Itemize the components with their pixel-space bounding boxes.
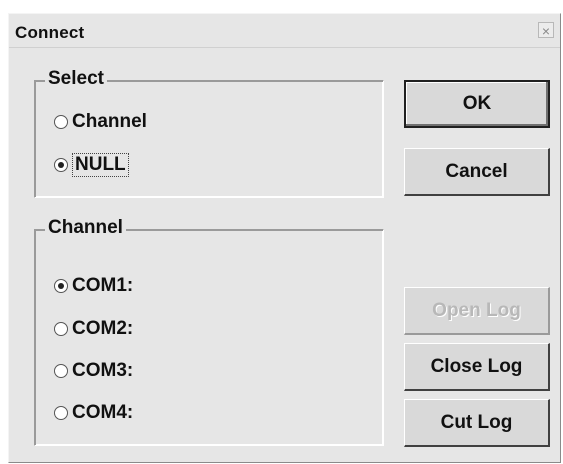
radio-null-button[interactable] xyxy=(54,158,68,172)
radio-null-label: NULL xyxy=(72,153,129,177)
radio-channel[interactable]: Channel xyxy=(54,111,147,133)
channel-group-legend: Channel xyxy=(45,217,126,239)
radio-com2-label: COM2: xyxy=(72,318,134,339)
radio-com1-button[interactable] xyxy=(54,279,68,293)
title-bar: Connect × xyxy=(9,14,560,48)
ok-button[interactable]: OK xyxy=(404,80,550,128)
radio-com4-label: COM4: xyxy=(72,402,134,423)
radio-com1[interactable]: COM1: xyxy=(54,275,133,297)
radio-com4[interactable]: COM4: xyxy=(54,402,133,424)
radio-com3-label: COM3: xyxy=(72,360,134,381)
channel-group: Channel COM1: COM2: COM3: COM4: xyxy=(34,217,384,446)
open-log-button: Open Log xyxy=(404,287,550,335)
select-group: Select Channel NULL xyxy=(34,68,384,198)
radio-com2[interactable]: COM2: xyxy=(54,318,133,340)
cancel-button[interactable]: Cancel xyxy=(404,148,550,196)
cut-log-button[interactable]: Cut Log xyxy=(404,399,550,447)
radio-com3[interactable]: COM3: xyxy=(54,360,133,382)
radio-com3-button[interactable] xyxy=(54,364,68,378)
radio-channel-label: Channel xyxy=(72,111,147,132)
radio-null[interactable]: NULL xyxy=(54,153,129,177)
close-icon[interactable]: × xyxy=(538,22,554,39)
connect-dialog: Connect × Select Channel NULL Channel CO… xyxy=(8,13,561,463)
radio-com4-button[interactable] xyxy=(54,406,68,420)
radio-com2-button[interactable] xyxy=(54,322,68,336)
radio-com1-label: COM1: xyxy=(72,275,134,296)
window-title: Connect xyxy=(15,23,85,42)
radio-channel-button[interactable] xyxy=(54,115,68,129)
close-log-button[interactable]: Close Log xyxy=(404,343,550,391)
select-group-legend: Select xyxy=(45,68,107,90)
